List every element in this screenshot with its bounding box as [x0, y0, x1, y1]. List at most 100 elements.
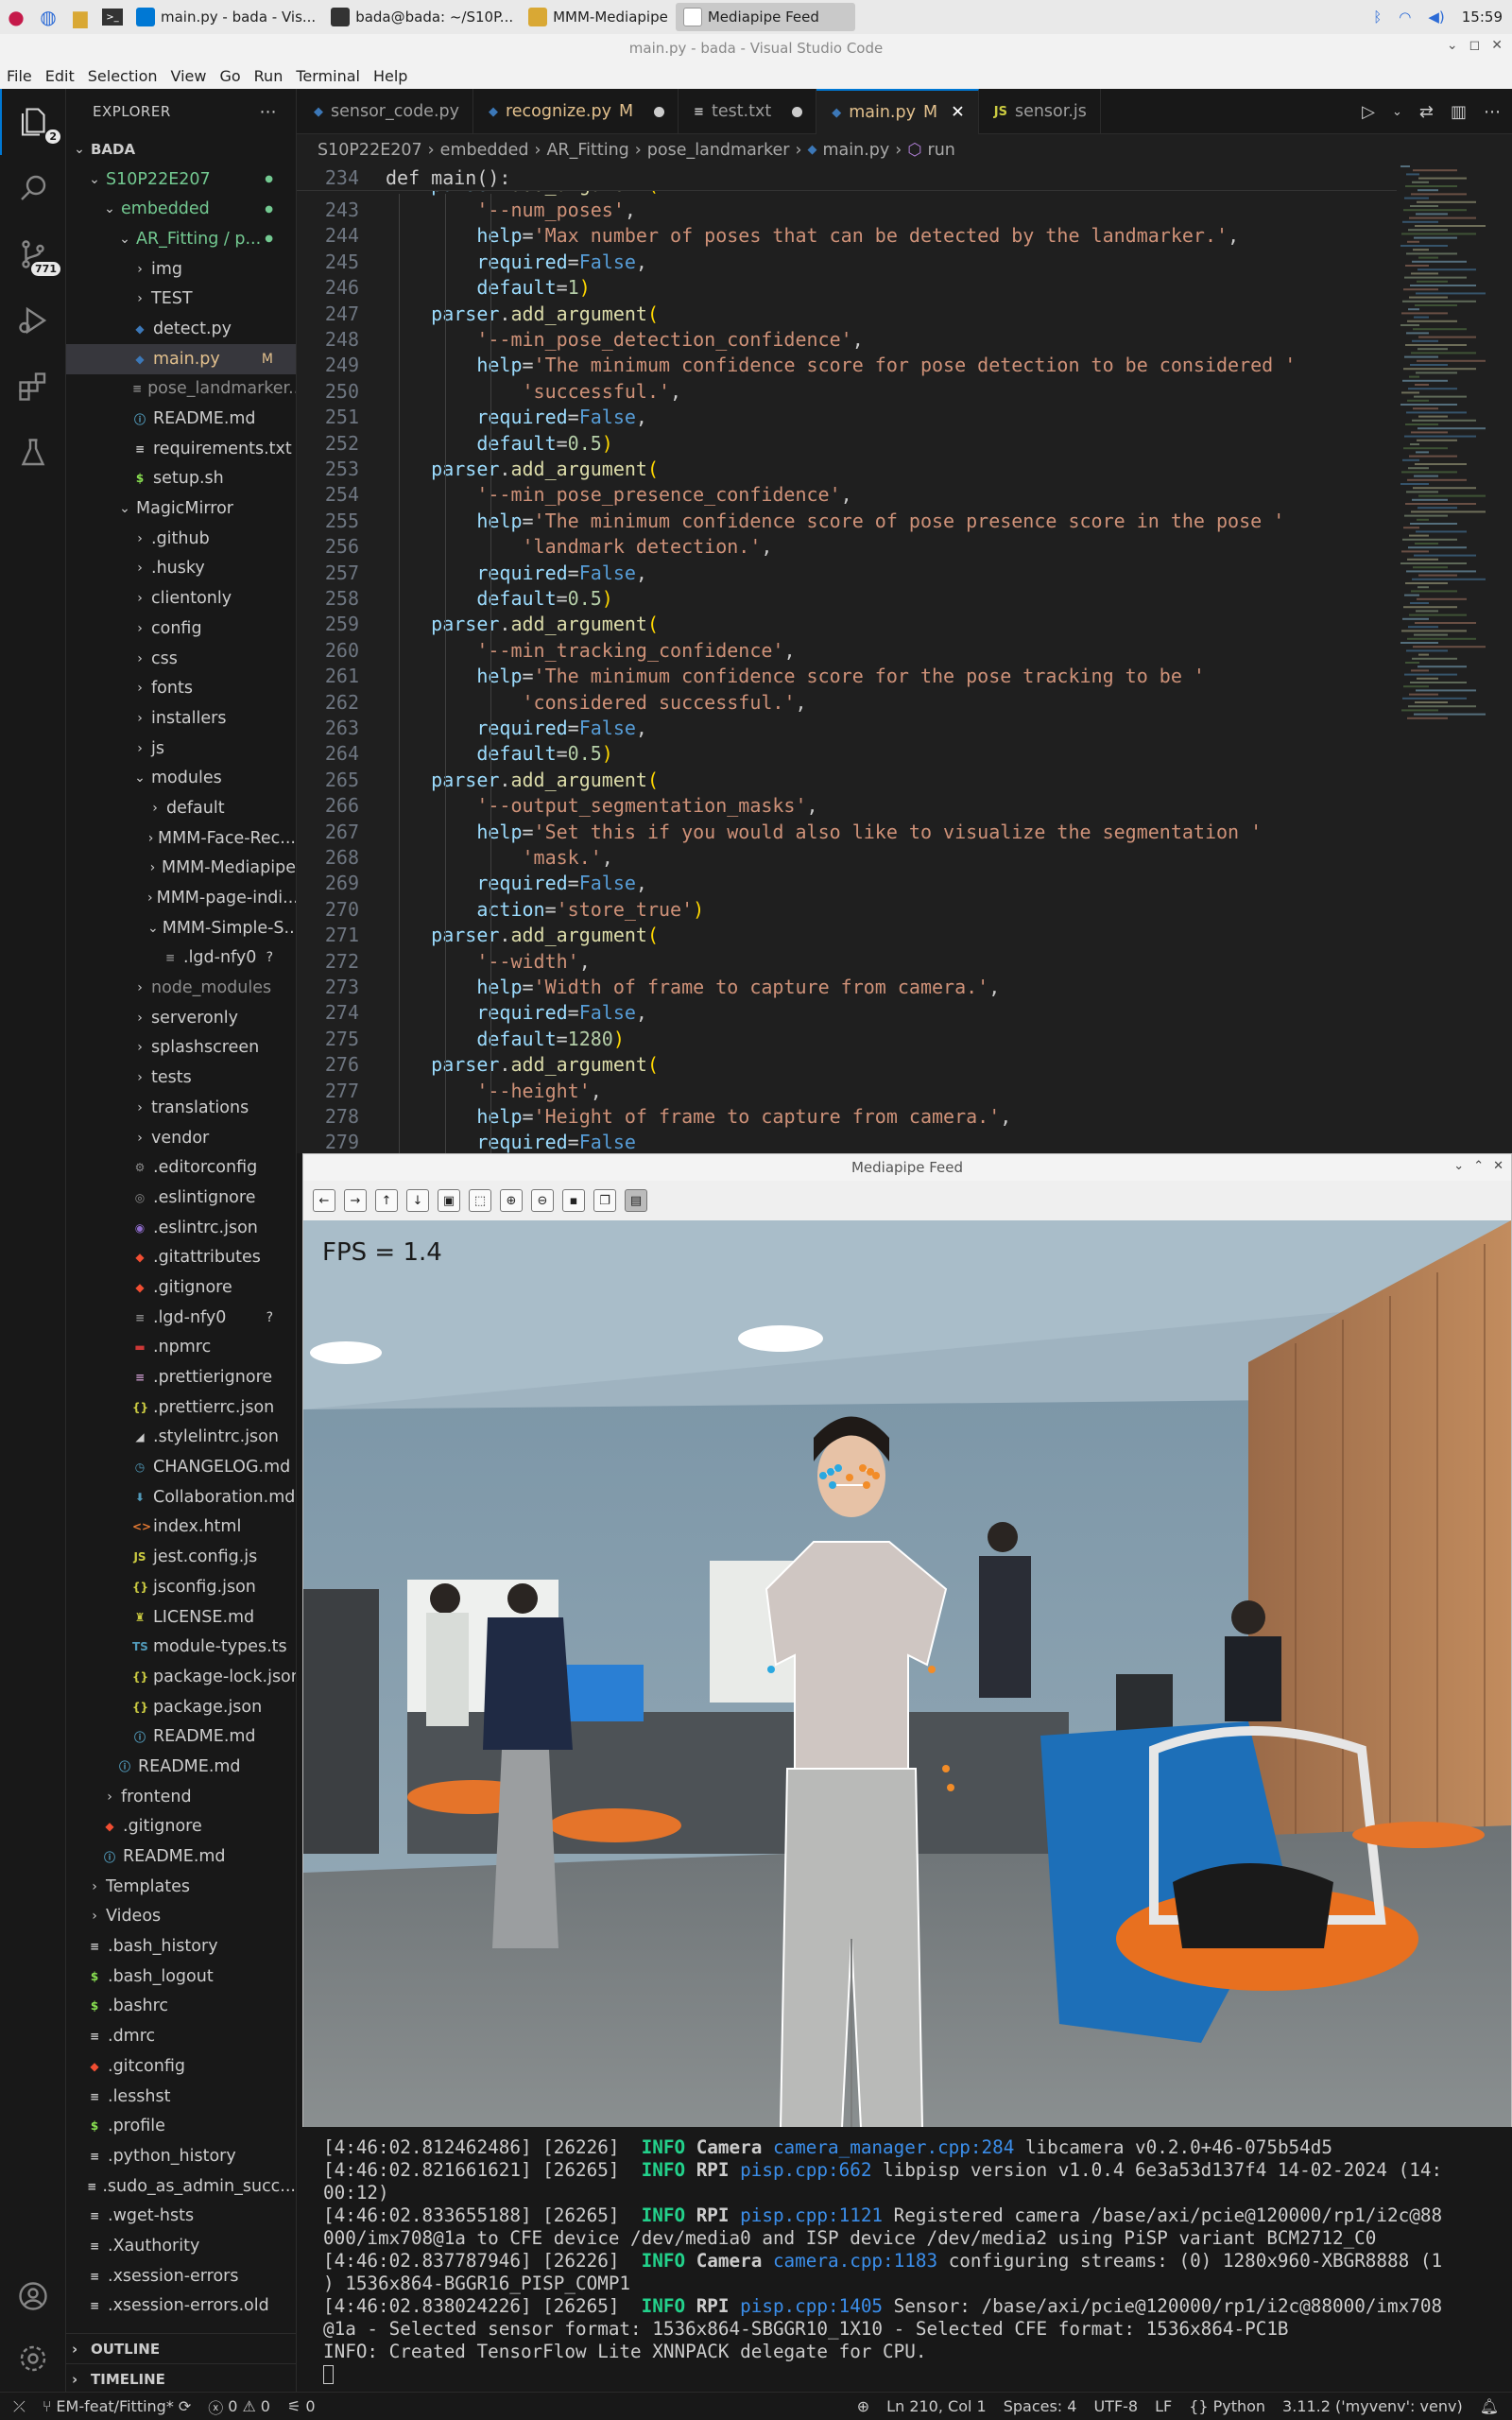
zoom-fit-icon[interactable]: ▣: [438, 1189, 460, 1212]
problems-status[interactable]: ⓧ 0 ⚠ 0: [199, 2395, 279, 2418]
tree-folder[interactable]: ⌄ embedded ●: [66, 194, 296, 224]
tree-file[interactable]: ≡ .bash_history: [66, 1931, 296, 1962]
tree-file[interactable]: ⓘ README.md: [66, 1752, 296, 1782]
tree-file[interactable]: ▬ .npmrc: [66, 1333, 296, 1363]
encoding[interactable]: UTF-8: [1085, 2397, 1146, 2415]
taskbar-task-terminal[interactable]: bada@bada: ~/S10P...: [323, 3, 521, 31]
zoom-out-icon[interactable]: ⊖: [531, 1189, 554, 1212]
tree-file[interactable]: ≡ .xsession-errors.old: [66, 2291, 296, 2322]
tree-file[interactable]: {} package-lock.json: [66, 1662, 296, 1692]
file-manager-icon[interactable]: ▆: [68, 6, 93, 28]
tree-folder[interactable]: ⌄ S10P22E207 ●: [66, 164, 296, 195]
tree-file[interactable]: $ setup.sh: [66, 464, 296, 494]
tree-file[interactable]: ≡ .prettierignore: [66, 1362, 296, 1392]
terminal-panel[interactable]: [4:46:02.812462486] [26226] INFO Camera …: [302, 2127, 1512, 2392]
tree-folder[interactable]: › MMM-page-indi...: [66, 883, 296, 913]
activity-search[interactable]: [0, 155, 66, 221]
editor-scrollbar[interactable]: [1499, 165, 1512, 1153]
copy-icon[interactable]: ❐: [593, 1189, 616, 1212]
unsaved-dot-icon[interactable]: [792, 106, 803, 117]
tree-file[interactable]: ≡ .lgd-nfy0?: [66, 943, 296, 974]
workspace-root[interactable]: ⌄ BADA: [66, 134, 296, 164]
tab-recognize-py[interactable]: ◆ recognize.py M: [473, 89, 679, 134]
sticky-scroll-line[interactable]: 234 def main():: [297, 165, 1397, 192]
maximize-button[interactable]: ◻: [1469, 38, 1481, 53]
breadcrumb-item[interactable]: main.py: [822, 141, 889, 160]
minimap[interactable]: [1397, 165, 1499, 733]
tree-file[interactable]: ◆ .gitconfig: [66, 2051, 296, 2082]
menu-help[interactable]: Help: [373, 67, 407, 85]
tree-file[interactable]: ≡ .python_history: [66, 2141, 296, 2171]
minimize-button[interactable]: ⌄: [1447, 38, 1458, 53]
tree-folder[interactable]: › MMM-Face-Rec...: [66, 823, 296, 854]
tree-file[interactable]: ≡ pose_landmarker....: [66, 374, 296, 405]
cursor-position[interactable]: Ln 210, Col 1: [878, 2397, 995, 2415]
ports-status[interactable]: ⚟ 0: [279, 2397, 324, 2415]
tree-folder[interactable]: › tests: [66, 1063, 296, 1093]
minimize-button[interactable]: ⌄: [1453, 1159, 1464, 1173]
tree-file[interactable]: ◎ .eslintignore: [66, 1183, 296, 1213]
tree-folder[interactable]: › default: [66, 793, 296, 823]
tree-file[interactable]: $ .bash_logout: [66, 1962, 296, 1992]
tree-folder[interactable]: › TEST: [66, 284, 296, 314]
taskbar-task-folder[interactable]: MMM-Mediapipe: [521, 3, 676, 31]
tree-folder[interactable]: › css: [66, 644, 296, 674]
tab-sensor-code-py[interactable]: ◆ sensor_code.py: [297, 89, 473, 134]
menu-file[interactable]: File: [7, 67, 32, 85]
clock[interactable]: 15:59: [1462, 9, 1503, 26]
tree-folder[interactable]: › node_modules: [66, 973, 296, 1003]
tree-file[interactable]: ◆ .gitattributes: [66, 1242, 296, 1272]
tree-folder[interactable]: › js: [66, 734, 296, 764]
tree-folder[interactable]: › splashscreen: [66, 1033, 296, 1063]
tree-folder[interactable]: › config: [66, 614, 296, 644]
tree-folder[interactable]: › img: [66, 254, 296, 285]
zoom-box-icon[interactable]: ⬚: [469, 1189, 491, 1212]
arrow-down-icon[interactable]: ↓: [406, 1189, 429, 1212]
tree-folder[interactable]: › serveronly: [66, 1003, 296, 1033]
activity-accounts[interactable]: [0, 2263, 66, 2329]
tree-folder[interactable]: ⌄ MMM-Simple-S...: [66, 913, 296, 943]
tree-file[interactable]: $ .bashrc: [66, 1992, 296, 2022]
tree-file[interactable]: {} jsconfig.json: [66, 1572, 296, 1602]
menu-terminal[interactable]: Terminal: [296, 67, 360, 85]
breadcrumb-item[interactable]: AR_Fitting: [546, 141, 628, 160]
tab-sensor-js[interactable]: JS sensor.js: [979, 89, 1101, 134]
activity-extensions[interactable]: [0, 354, 66, 420]
activity-explorer[interactable]: 2: [0, 89, 66, 155]
tree-file[interactable]: ≡ requirements.txt: [66, 434, 296, 464]
tree-folder[interactable]: › .github: [66, 524, 296, 554]
tree-file[interactable]: ◆ main.py M: [66, 343, 296, 374]
split-editor-icon[interactable]: ▥: [1451, 102, 1467, 122]
tree-folder[interactable]: › clientonly: [66, 583, 296, 614]
tree-file[interactable]: $ .profile: [66, 2111, 296, 2141]
close-button[interactable]: ✕: [1491, 38, 1503, 53]
tree-file[interactable]: ◷ CHANGELOG.md: [66, 1452, 296, 1482]
tree-file[interactable]: ≡ .Xauthority: [66, 2231, 296, 2261]
terminal-icon[interactable]: >_: [100, 6, 125, 28]
compare-changes-icon[interactable]: ⇄: [1419, 102, 1434, 122]
tree-file[interactable]: ≡ .lgd-nfy0?: [66, 1303, 296, 1333]
tree-file[interactable]: ◢ .stylelintrc.json: [66, 1423, 296, 1453]
menu-go[interactable]: Go: [219, 67, 240, 85]
branch-status[interactable]: ⑂ EM-feat/Fitting* ⟳: [34, 2397, 199, 2415]
tree-file[interactable]: ≡ .sudo_as_admin_succ...: [66, 2171, 296, 2202]
tree-file[interactable]: ⓘ README.md: [66, 1721, 296, 1752]
menu-selection[interactable]: Selection: [88, 67, 158, 85]
breadcrumb-item[interactable]: run: [928, 141, 955, 160]
tab-test-txt[interactable]: ≡ test.txt: [679, 89, 817, 134]
taskbar-task-mediapipe[interactable]: Mediapipe Feed: [675, 3, 855, 31]
tree-file[interactable]: ◆ .gitignore: [66, 1272, 296, 1303]
tree-file[interactable]: ⓘ README.md: [66, 1841, 296, 1872]
remote-indicator[interactable]: ⤫: [0, 2397, 34, 2416]
volume-icon[interactable]: ◀): [1428, 9, 1444, 26]
tree-folder[interactable]: ⌄ modules: [66, 763, 296, 793]
tree-folder[interactable]: › Videos: [66, 1902, 296, 1932]
tree-folder[interactable]: › .husky: [66, 554, 296, 584]
raspberry-menu-icon[interactable]: ●: [4, 6, 28, 28]
timeline-section[interactable]: › TIMELINE: [66, 2363, 296, 2392]
code-editor[interactable]: 242 parser.add_argument(243 '--num_poses…: [297, 165, 1512, 1153]
close-tab-icon[interactable]: ✕: [951, 103, 965, 122]
language-mode[interactable]: {} Python: [1180, 2397, 1274, 2415]
tree-folder[interactable]: › translations: [66, 1093, 296, 1123]
taskbar-task-vscode[interactable]: main.py - bada - Vis...: [129, 3, 323, 31]
